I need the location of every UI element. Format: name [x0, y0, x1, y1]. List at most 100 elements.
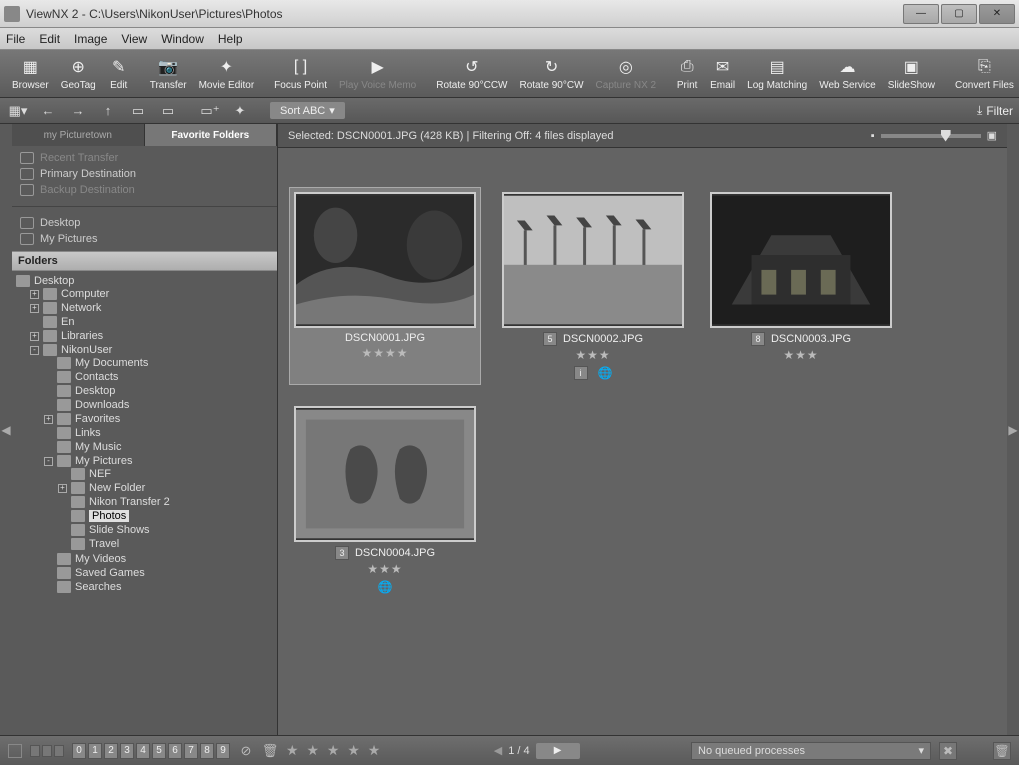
tree-node[interactable]: My Videos [44, 553, 273, 565]
tree-node[interactable]: Downloads [44, 399, 273, 411]
tree-expander[interactable]: - [44, 457, 53, 466]
label-number-7[interactable]: 7 [184, 743, 198, 759]
toolbar-edit[interactable]: ✎Edit [102, 56, 136, 91]
close-button[interactable]: ✕ [979, 4, 1015, 24]
menu-image[interactable]: Image [74, 32, 107, 46]
thumbnail[interactable]: 3DSCN0004.JPG★★★🌐 [290, 402, 480, 598]
play-button[interactable]: ▶ [536, 743, 580, 759]
trash-label-icon[interactable]: 🗑 [262, 743, 278, 759]
label-numbers[interactable]: 0123456789 [72, 743, 230, 759]
page-prev[interactable]: ◀ [494, 744, 502, 757]
menu-edit[interactable]: Edit [39, 32, 60, 46]
tree-node[interactable]: En [30, 316, 273, 328]
cancel-queue-button[interactable]: ✖ [939, 742, 957, 760]
tree-node[interactable]: Links [44, 427, 273, 439]
destination-item[interactable]: Backup Destination [20, 182, 269, 198]
thumb-size-slider[interactable] [881, 134, 981, 138]
new-folder-button[interactable]: ▭⁺ [198, 101, 222, 121]
tree-root[interactable]: Desktop [16, 275, 273, 287]
folder-button-2[interactable]: ▭ [156, 101, 180, 121]
thumbnail[interactable]: DSCN0001.JPG★★★★ [290, 188, 480, 384]
tree-node[interactable]: NEF [58, 468, 273, 480]
destination-item[interactable]: Primary Destination [20, 166, 269, 182]
tree-node[interactable]: Travel [58, 538, 273, 550]
quick-folder-item[interactable]: Desktop [20, 215, 269, 231]
tab-favorite-folders[interactable]: Favorite Folders [145, 124, 278, 146]
tree-node[interactable]: +New Folder [58, 482, 273, 494]
thumb-small-icon[interactable]: ▪ [871, 130, 875, 142]
label-number-0[interactable]: 0 [72, 743, 86, 759]
no-label-icon[interactable]: ⊘ [238, 743, 254, 759]
thumbnail[interactable]: 5DSCN0002.JPG★★★i🌐 [498, 188, 688, 384]
toolbar-movie-editor[interactable]: ✦Movie Editor [193, 56, 261, 91]
label-number-5[interactable]: 5 [152, 743, 166, 759]
menu-file[interactable]: File [6, 32, 25, 46]
label-number-4[interactable]: 4 [136, 743, 150, 759]
process-queue[interactable]: No queued processes▾ [691, 742, 931, 760]
toolbar-focus-point[interactable]: [ ]Focus Point [268, 56, 333, 91]
toolbar-capture-nx-2[interactable]: ◎Capture NX 2 [590, 56, 663, 91]
view-mode-button[interactable]: ▦▾ [6, 101, 30, 121]
sort-dropdown[interactable]: Sort ABC▾ [270, 102, 345, 119]
tree-expander[interactable]: + [30, 304, 39, 313]
folder-button-1[interactable]: ▭ [126, 101, 150, 121]
folder-tree[interactable]: Desktop+Computer+NetworkEn+Libraries-Nik… [12, 271, 277, 735]
tree-node[interactable]: Desktop [44, 385, 273, 397]
left-edge-expander[interactable]: ◀ [0, 124, 12, 735]
tree-node[interactable]: My Documents [44, 357, 273, 369]
toolbar-rotate-90-cw[interactable]: ↻Rotate 90°CW [514, 56, 590, 91]
tree-node[interactable]: Photos [58, 510, 273, 522]
tree-node[interactable]: Slide Shows [58, 524, 273, 536]
tree-node[interactable]: Nikon Transfer 2 [58, 496, 273, 508]
toolbar-play-voice-memo[interactable]: ▶Play Voice Memo [333, 56, 422, 91]
toolbar-rotate-90-ccw[interactable]: ↺Rotate 90°CCW [430, 56, 513, 91]
filter-button[interactable]: ⤓Filter [977, 103, 1013, 118]
tree-node[interactable]: +Favorites [44, 413, 273, 425]
thumb-large-icon[interactable]: ▣ [987, 129, 997, 142]
tree-node[interactable]: +Computer [30, 288, 273, 300]
rating-stars[interactable]: ★ ★ ★ ★ ★ [286, 742, 382, 759]
tree-node[interactable]: -My Pictures [44, 455, 273, 467]
tree-node[interactable]: Contacts [44, 371, 273, 383]
label-number-3[interactable]: 3 [120, 743, 134, 759]
toolbar-print[interactable]: ⎙Print [670, 56, 704, 91]
nav-forward-button[interactable]: → [66, 101, 90, 121]
tree-expander[interactable]: + [58, 484, 67, 493]
toolbar-convert-files[interactable]: ⎘Convert Files [949, 56, 1019, 91]
tree-node[interactable]: Searches [44, 581, 273, 593]
thumbnail[interactable]: 8DSCN0003.JPG★★★ [706, 188, 896, 384]
delete-button[interactable]: 🗑 [993, 742, 1011, 760]
label-number-8[interactable]: 8 [200, 743, 214, 759]
label-number-6[interactable]: 6 [168, 743, 182, 759]
label-color-cells[interactable] [30, 745, 64, 757]
fav-folder-button[interactable]: ✦ [228, 101, 252, 121]
label-number-1[interactable]: 1 [88, 743, 102, 759]
toolbar-slideshow[interactable]: ▣SlideShow [882, 56, 941, 91]
toolbar-geotag[interactable]: ⊕GeoTag [55, 56, 102, 91]
toolbar-email[interactable]: ✉Email [704, 56, 741, 91]
right-edge-expander[interactable]: ▶ [1007, 124, 1019, 735]
tree-expander[interactable]: + [44, 415, 53, 424]
toolbar-browser[interactable]: ▦Browser [6, 56, 55, 91]
toolbar-log-matching[interactable]: ▤Log Matching [741, 56, 813, 91]
tree-node[interactable]: +Network [30, 302, 273, 314]
menu-window[interactable]: Window [161, 32, 204, 46]
tree-node[interactable]: +Libraries [30, 330, 273, 342]
tree-expander[interactable]: + [30, 332, 39, 341]
tree-node[interactable]: Saved Games [44, 567, 273, 579]
minimize-button[interactable]: — [903, 4, 939, 24]
menu-help[interactable]: Help [218, 32, 243, 46]
toolbar-web-service[interactable]: ☁Web Service [813, 56, 882, 91]
nav-up-button[interactable]: ↑ [96, 101, 120, 121]
label-number-9[interactable]: 9 [216, 743, 230, 759]
tab-my-picturetown[interactable]: my Picturetown [12, 124, 145, 146]
tree-expander[interactable]: - [30, 346, 39, 355]
toolbar-transfer[interactable]: 📷Transfer [144, 56, 193, 91]
destination-item[interactable]: Recent Transfer [20, 150, 269, 166]
nav-back-button[interactable]: ← [36, 101, 60, 121]
tree-node[interactable]: -NikonUser [30, 344, 273, 356]
tree-node[interactable]: My Music [44, 441, 273, 453]
label-number-2[interactable]: 2 [104, 743, 118, 759]
quick-folder-item[interactable]: My Pictures [20, 231, 269, 247]
menu-view[interactable]: View [121, 32, 147, 46]
